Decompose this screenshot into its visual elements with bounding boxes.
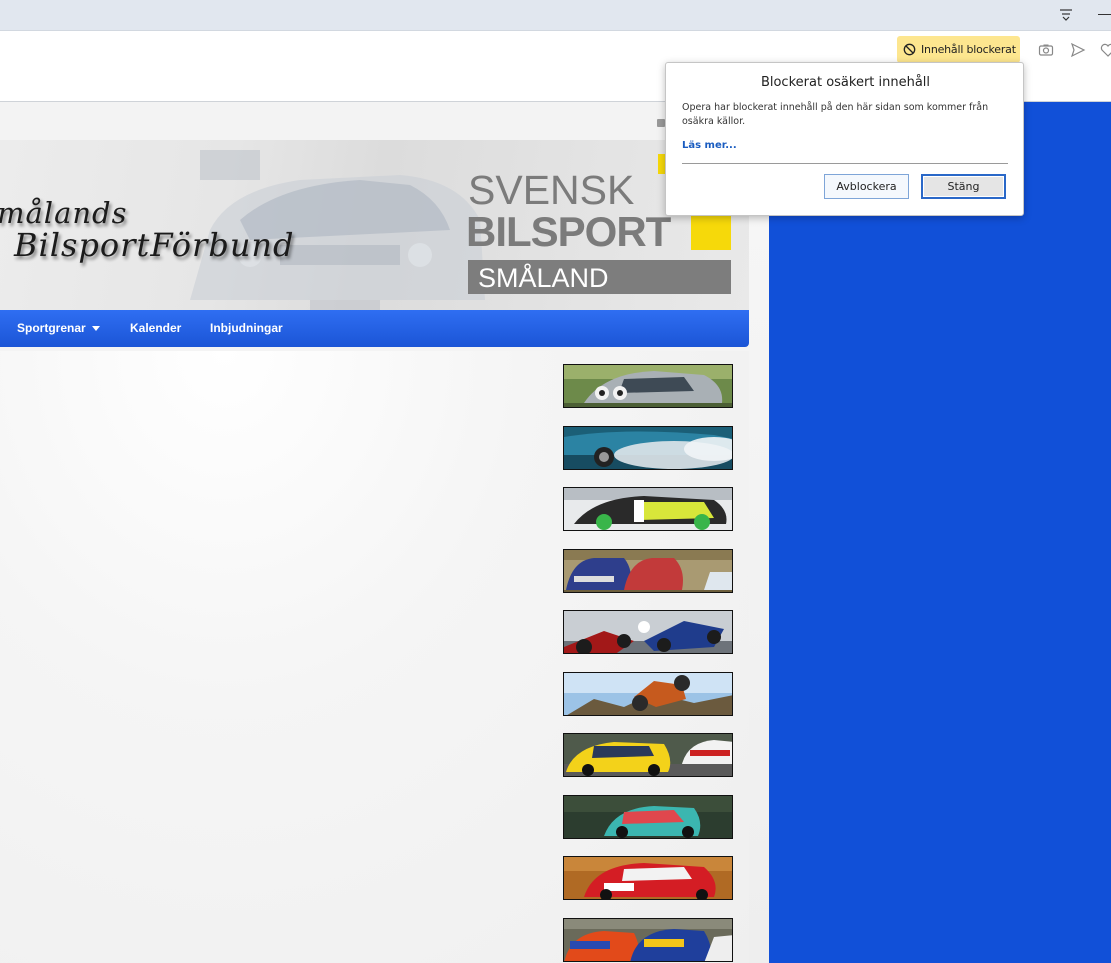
- sport-thumb-drifting-smoke[interactable]: [563, 426, 733, 470]
- browser-tab-strip: [0, 0, 1111, 31]
- unblock-button[interactable]: Avblockera: [824, 174, 909, 199]
- caret-down-icon: [91, 326, 100, 332]
- site-banner: målands BilsportFörbund SVENSK BILSPORT …: [0, 140, 749, 312]
- sport-thumb-folkrace[interactable]: [563, 549, 733, 593]
- close-button[interactable]: Stäng: [921, 174, 1006, 199]
- blocked-content-popup: Blockerat osäkert innehåll Opera har blo…: [665, 62, 1024, 216]
- sport-thumb-racing-teal[interactable]: [563, 795, 733, 839]
- minimize-window-button[interactable]: [1098, 14, 1111, 15]
- nav-label: Sportgrenar: [17, 321, 86, 335]
- sport-thumb-rallycross[interactable]: [563, 918, 733, 962]
- logo-text-bilsport: BILSPORT: [466, 208, 671, 255]
- popup-divider: [682, 163, 1008, 164]
- camera-icon[interactable]: [1038, 42, 1054, 58]
- logo-smaland-bar: SMÅLAND: [468, 260, 731, 294]
- easy-setup-icon[interactable]: [1058, 7, 1074, 23]
- content-blocked-badge[interactable]: Innehåll blockerat: [897, 36, 1020, 63]
- popup-description: Opera har blockerat innehåll på den här …: [682, 102, 989, 127]
- nav-kalender[interactable]: Kalender: [130, 321, 181, 335]
- logo-text-smaland: SMÅLAND: [478, 263, 609, 293]
- sport-thumb-offroad-truck[interactable]: [563, 672, 733, 716]
- send-icon[interactable]: [1070, 42, 1086, 58]
- web-page: målands BilsportFörbund SVENSK BILSPORT …: [0, 102, 769, 963]
- sport-thumb-racing-yellow[interactable]: [563, 733, 733, 777]
- nav-sportgrenar[interactable]: Sportgrenar: [17, 321, 100, 335]
- logo-accent: [691, 212, 731, 250]
- sport-thumb-rally-red[interactable]: [563, 856, 733, 900]
- site-name-line-2: BilsportFörbund: [14, 226, 295, 264]
- popup-title: Blockerat osäkert innehåll: [760, 75, 931, 90]
- content-blocked-label: Innehåll blockerat: [921, 43, 1016, 56]
- sport-thumb-karting[interactable]: [563, 610, 733, 654]
- sport-thumb-drifting[interactable]: [563, 487, 733, 531]
- page-top-strip: [0, 102, 769, 140]
- main-navigation: Sportgrenar Kalender Inbjudningar: [0, 310, 749, 347]
- login-icon[interactable]: [657, 119, 665, 127]
- heart-icon[interactable]: [1100, 42, 1111, 58]
- blocked-icon: [903, 43, 916, 56]
- read-more-link[interactable]: Läs mer...: [682, 140, 737, 151]
- logo-text-svensk: SVENSK: [468, 167, 635, 213]
- sport-thumb-rally[interactable]: [563, 364, 733, 408]
- site-name-line-1: målands: [0, 196, 128, 230]
- nav-inbjudningar[interactable]: Inbjudningar: [210, 321, 283, 335]
